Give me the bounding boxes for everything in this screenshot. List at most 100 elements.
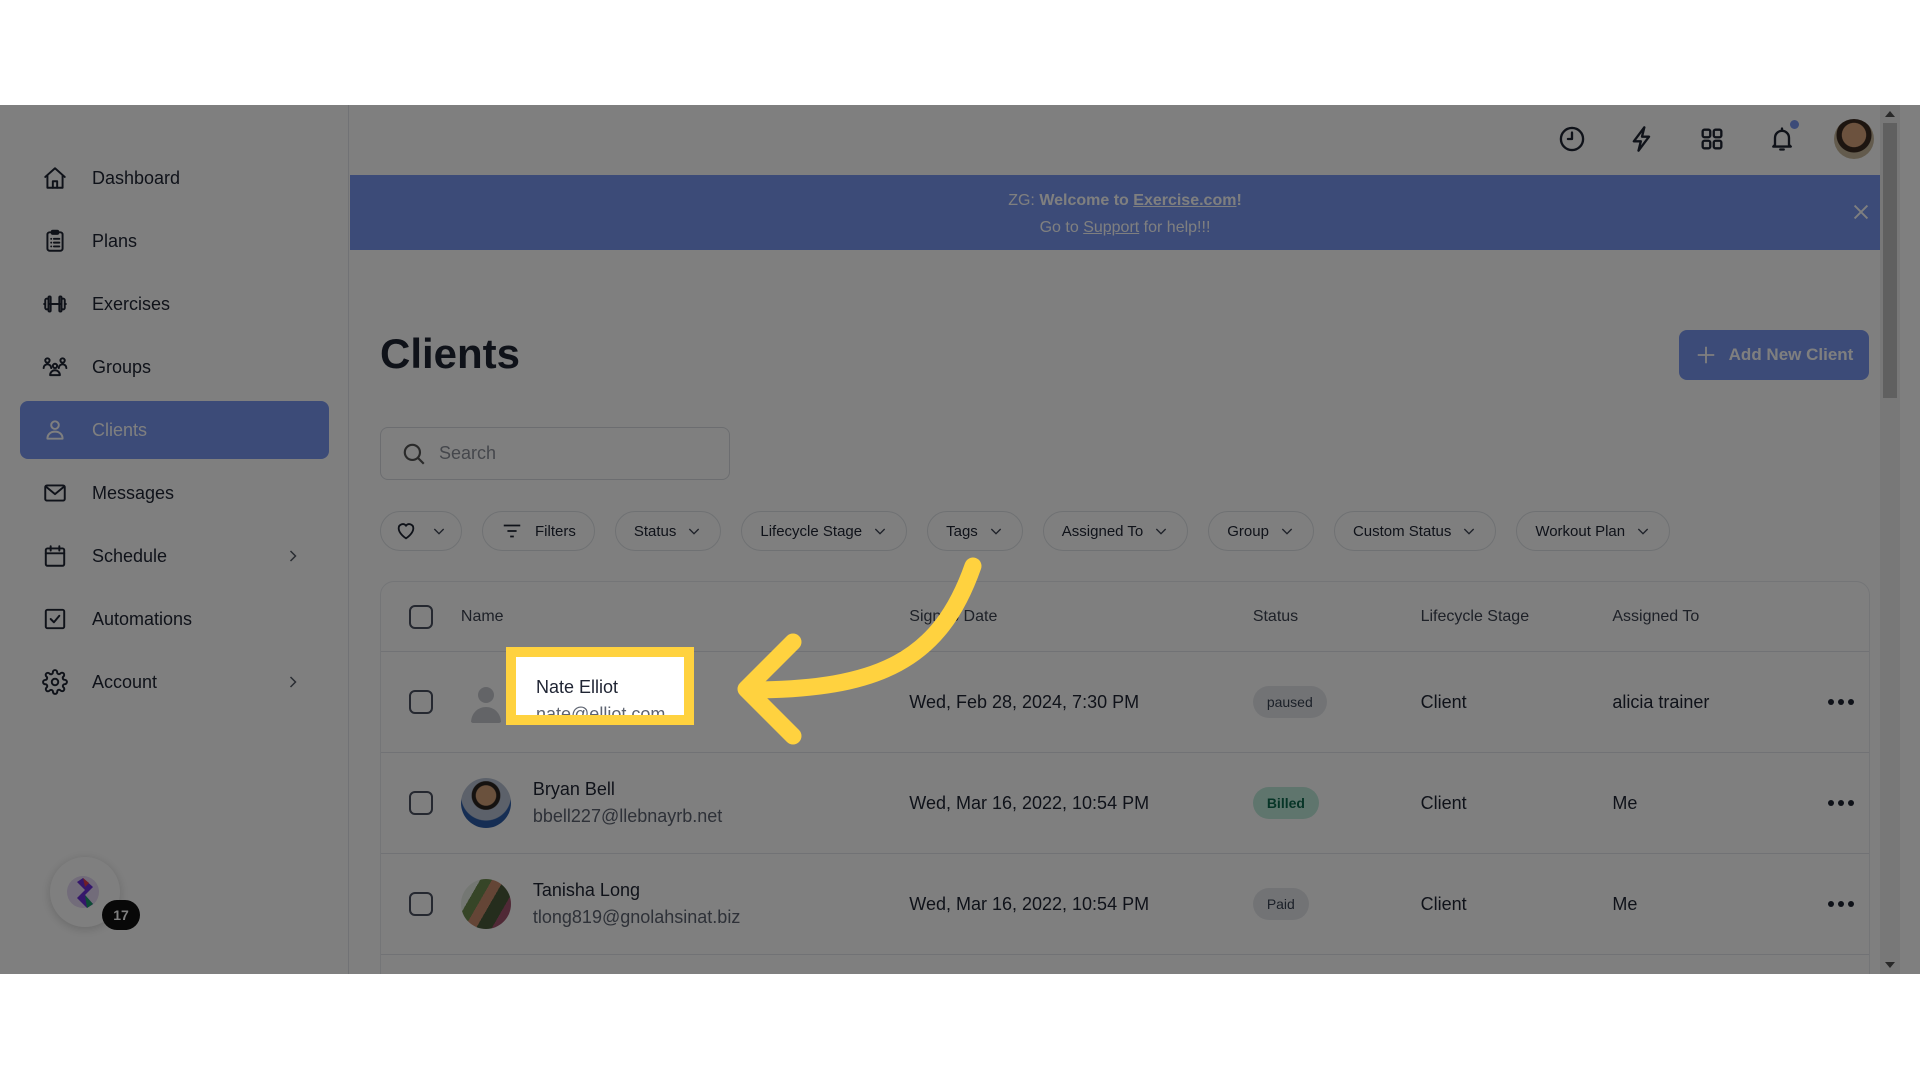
checkbox-icon [40, 604, 70, 634]
assigned-to: alicia trainer [1612, 691, 1710, 712]
sidebar-item-plans[interactable]: Plans [20, 212, 329, 270]
column-header-name[interactable]: Name [461, 608, 909, 626]
close-icon[interactable] [1850, 201, 1872, 223]
row-checkbox[interactable] [408, 690, 433, 714]
search-icon [403, 443, 425, 465]
sidebar-item-clients[interactable]: Clients [20, 401, 329, 459]
lifecycle-stage: Client [1420, 691, 1467, 712]
vertical-scrollbar[interactable] [1880, 105, 1900, 974]
more-horizontal-icon [1827, 699, 1854, 705]
lifecycle-stage-filter[interactable]: Lifecycle Stage [741, 511, 908, 551]
filter-icon [503, 524, 521, 538]
highlight-box[interactable]: Nate Elliot nate@elliot.com [506, 647, 694, 725]
sidebar-nav: Dashboard Plans Exercises Groups Clients… [20, 149, 329, 716]
sidebar-item-dashboard[interactable]: Dashboard [20, 149, 329, 207]
calendar-icon [40, 541, 70, 571]
search-input[interactable] [439, 443, 719, 464]
gear-icon [40, 667, 70, 697]
chevron-down-icon [1156, 528, 1167, 535]
filter-bar: Filters Status Lifecycle Stage Tags Assi… [380, 511, 1690, 551]
assigned-to: Me [1612, 792, 1638, 813]
sidebar-item-groups[interactable]: Groups [20, 338, 329, 396]
support-link[interactable]: Support [1083, 219, 1139, 236]
banner-line-2: Go to Support for help!!! [1039, 219, 1211, 236]
page-title: Clients [380, 330, 521, 377]
sidebar-item-label: Groups [92, 356, 152, 377]
more-horizontal-icon [1827, 901, 1854, 907]
row-checkbox[interactable] [408, 791, 433, 815]
client-name[interactable]: Tanisha Long [533, 880, 740, 901]
exercise-link[interactable]: Exercise.com [1133, 192, 1236, 209]
lifecycle-stage: Client [1420, 893, 1467, 914]
sidebar-item-messages[interactable]: Messages [20, 464, 329, 522]
search-box[interactable] [380, 427, 730, 480]
group-filter[interactable]: Group [1208, 511, 1314, 551]
sidebar-item-label: Automations [92, 608, 193, 629]
sidebar: Dashboard Plans Exercises Groups Clients… [0, 105, 349, 974]
clock-icon[interactable] [1555, 122, 1589, 156]
chevron-right-icon[interactable] [283, 672, 303, 692]
custom-status-filter[interactable]: Custom Status [1333, 511, 1497, 551]
sidebar-item-schedule[interactable]: Schedule [20, 527, 329, 585]
tags-filter[interactable]: Tags [927, 511, 1023, 551]
chevron-right-icon[interactable] [283, 546, 303, 566]
table-row[interactable]: Bryan Bell bbell227@llebnayrb.net Wed, M… [381, 753, 1869, 854]
more-actions-button[interactable] [1812, 800, 1869, 806]
row-checkbox[interactable] [408, 892, 433, 916]
scroll-up-arrow-icon[interactable] [1885, 111, 1895, 117]
scrollbar-thumb[interactable] [1883, 123, 1897, 398]
table-row[interactable]: Tanisha Long tlong819@gnolahsinat.biz We… [381, 854, 1869, 955]
apps-grid-icon[interactable] [1695, 122, 1729, 156]
favorites-filter[interactable] [380, 511, 462, 551]
assistant-logo-icon [67, 876, 99, 908]
chevron-down-icon [433, 528, 445, 535]
sidebar-item-account[interactable]: Account [20, 653, 329, 711]
more-actions-button[interactable] [1812, 699, 1869, 705]
bell-icon[interactable] [1765, 120, 1799, 156]
add-new-client-button[interactable]: Add New Client [1679, 330, 1869, 380]
sidebar-item-label: Messages [92, 482, 175, 503]
sidebar-item-label: Exercises [92, 293, 171, 314]
sidebar-item-label: Dashboard [92, 167, 181, 188]
column-header-lifecycle-stage[interactable]: Lifecycle Stage [1421, 608, 1613, 626]
sidebar-item-label: Account [92, 671, 158, 692]
avatar [460, 778, 511, 828]
column-header-assigned-to[interactable]: Assigned To [1612, 608, 1812, 626]
chevron-down-icon [990, 528, 1001, 535]
workout-plan-filter[interactable]: Workout Plan [1516, 511, 1671, 551]
signup-date: Wed, Mar 16, 2022, 10:54 PM [909, 792, 1150, 813]
chevron-down-icon [874, 528, 886, 535]
mail-icon [40, 478, 70, 508]
app-window: Dashboard Plans Exercises Groups Clients… [0, 105, 1920, 974]
lifecycle-stage: Client [1420, 792, 1467, 813]
column-header-status[interactable]: Status [1253, 608, 1421, 626]
client-name[interactable]: Bryan Bell [533, 779, 722, 800]
client-email: bbell227@llebnayrb.net [532, 806, 723, 826]
lightning-icon[interactable] [1625, 122, 1659, 156]
welcome-banner: ZG: Welcome to Exercise.com! Go to Suppo… [350, 175, 1900, 250]
client-email: tlong819@gnolahsinat.biz [532, 907, 741, 927]
avatar [460, 879, 511, 929]
home-icon [40, 163, 70, 193]
plus-icon [1697, 346, 1714, 364]
more-actions-button[interactable] [1812, 901, 1869, 907]
select-all-checkbox[interactable] [408, 604, 433, 629]
sidebar-item-label: Schedule [92, 545, 168, 566]
scroll-down-arrow-icon[interactable] [1885, 962, 1895, 968]
status-badge: Billed [1252, 787, 1319, 819]
chevron-down-icon [689, 528, 700, 535]
table-row[interactable] [381, 955, 1869, 974]
assigned-to-filter[interactable]: Assigned To [1042, 511, 1189, 551]
signup-date: Wed, Feb 28, 2024, 7:30 PM [909, 691, 1140, 712]
filters-button[interactable]: Filters [482, 511, 595, 551]
column-header-signup-date[interactable]: Signup Date [909, 608, 1253, 626]
status-badge: Paid [1252, 888, 1309, 920]
avatar-placeholder [460, 677, 511, 727]
clients-table: Name Signup Date Status Lifecycle Stage … [380, 581, 1870, 974]
top-bar [350, 105, 1900, 175]
main-content: ZG: Welcome to Exercise.com! Go to Suppo… [350, 105, 1900, 974]
sidebar-item-exercises[interactable]: Exercises [20, 275, 329, 333]
sidebar-item-automations[interactable]: Automations [20, 590, 329, 648]
user-avatar[interactable] [1834, 119, 1874, 159]
status-filter[interactable]: Status [614, 511, 722, 551]
